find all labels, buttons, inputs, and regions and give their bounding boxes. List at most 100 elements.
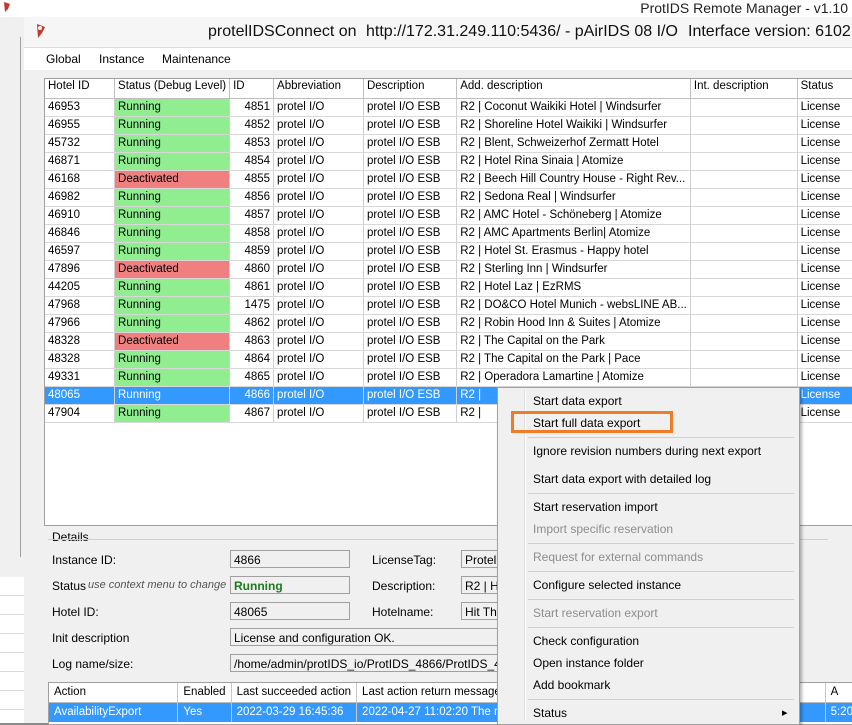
table-row[interactable]: 46982 Running 4856 protel I/O protel I/O ESB… [45, 188, 852, 207]
menu-item-start-reservation-export: Start reservation export [533, 606, 658, 620]
column-header[interactable]: Abbreviation [273, 79, 364, 99]
status-cell: Running [114, 152, 231, 171]
id-cell: 4865 [229, 368, 275, 387]
int-description-cell [690, 260, 798, 279]
menu-item-open-instance-folder[interactable]: Open instance folder [533, 656, 644, 670]
abbreviation-cell: protel I/O [273, 134, 364, 153]
menu-item-start-data-export[interactable]: Start data export [533, 394, 622, 408]
description-cell: protel I/O ESB [363, 170, 458, 189]
add-description-cell: R2 | The Capital on the Park | Pace [456, 350, 691, 369]
submenu-arrow-icon: ▸ [782, 707, 788, 719]
hotel-id-cell: 48328 [45, 332, 116, 351]
table-row[interactable]: 46871 Running 4854 protel I/O protel I/O ESB… [45, 152, 852, 171]
table-row[interactable]: 46955 Running 4852 protel I/O protel I/O ESB… [45, 116, 852, 135]
license-status-cell: License [797, 152, 852, 171]
action-column-header[interactable]: Enabled [177, 683, 232, 703]
table-row[interactable]: 46910 Running 4857 protel I/O protel I/O ESB… [45, 206, 852, 225]
int-description-cell [690, 350, 798, 369]
instance-id-field[interactable]: 4866 [230, 550, 350, 568]
status-cell: Running [114, 314, 231, 333]
description-cell: protel I/O ESB [363, 152, 458, 171]
status-field[interactable]: Running [230, 576, 350, 594]
table-row[interactable]: 47896 Deactivated 4860 protel I/O protel I/O… [45, 260, 852, 279]
description-cell: protel I/O ESB [363, 206, 458, 225]
menu-item-check-configuration[interactable]: Check configuration [533, 634, 639, 648]
action-column-header[interactable]: Last succeeded action [231, 683, 358, 703]
abbreviation-cell: protel I/O [273, 188, 364, 207]
status-cell: Running [114, 386, 231, 405]
hotel-id-cell: 48065 [45, 386, 116, 405]
action-action-cell: AvailabilityExport [49, 702, 179, 722]
hotel-id-label: Hotel ID: [52, 605, 99, 619]
id-cell: 4851 [229, 98, 275, 117]
menu-item-add-bookmark[interactable]: Add bookmark [533, 678, 610, 692]
table-row[interactable]: 46168 Deactivated 4855 protel I/O protel I/O… [45, 170, 852, 189]
menu-maintenance[interactable]: Maintenance [162, 52, 231, 66]
table-row[interactable]: 48328 Running 4864 protel I/O protel I/O ESB… [45, 350, 852, 369]
add-description-cell: R2 | Blent, Schweizerhof Zermatt Hotel [456, 134, 691, 153]
hotel-id-cell: 45732 [45, 134, 116, 153]
action-last-cell: 2022-03-29 16:45:36 [231, 702, 358, 722]
add-description-cell: R2 | Shoreline Hotel Waikiki | Windsurfe… [456, 116, 691, 135]
license-status-cell: License [797, 368, 852, 387]
table-row[interactable]: 46953 Running 4851 protel I/O protel I/O ESB… [45, 98, 852, 117]
hotel-id-cell: 46168 [45, 170, 116, 189]
hotelname-field[interactable]: Hit The [461, 602, 501, 620]
column-header[interactable]: ID [229, 79, 275, 99]
table-row[interactable]: 48328 Deactivated 4863 protel I/O protel I/O… [45, 332, 852, 351]
menu-global[interactable]: Global [46, 52, 81, 66]
menu-item-ignore-revision-numbers-during-next-export[interactable]: Ignore revision numbers during next expo… [533, 444, 761, 458]
column-header[interactable]: Add. description [456, 79, 691, 99]
abbreviation-cell: protel I/O [273, 170, 364, 189]
id-cell: 4860 [229, 260, 275, 279]
init-description-field[interactable]: License and configuration OK. [230, 628, 530, 646]
menu-item-start-data-export-with-detailed-log[interactable]: Start data export with detailed log [533, 472, 711, 486]
id-cell: 4867 [229, 404, 275, 423]
hotel-id-cell: 46982 [45, 188, 116, 207]
column-header[interactable]: Status [797, 79, 852, 99]
menu-item-start-reservation-import[interactable]: Start reservation import [533, 500, 658, 514]
table-row[interactable]: 47968 Running 1475 protel I/O protel I/O ESB… [45, 296, 852, 315]
abbreviation-cell: protel I/O [273, 206, 364, 225]
column-header[interactable]: Hotel ID [45, 79, 116, 99]
abbreviation-cell: protel I/O [273, 350, 364, 369]
column-header[interactable]: Description [363, 79, 458, 99]
int-description-cell [690, 98, 798, 117]
id-cell: 4852 [229, 116, 275, 135]
status-cell: Running [114, 188, 231, 207]
license-tag-field[interactable]: ProtelIO [461, 550, 501, 568]
table-row[interactable]: 45732 Running 4853 protel I/O protel I/O ESB… [45, 134, 852, 153]
table-row[interactable]: 49331 Running 4865 protel I/O protel I/O ESB… [45, 368, 852, 387]
id-cell: 4863 [229, 332, 275, 351]
table-row[interactable]: 46846 Running 4858 protel I/O protel I/O ESB… [45, 224, 852, 243]
id-cell: 4864 [229, 350, 275, 369]
description-field[interactable]: R2 | Hi [461, 576, 501, 594]
menu-separator [528, 437, 794, 438]
add-description-cell: R2 | Hotel St. Erasmus - Happy hotel [456, 242, 691, 261]
window-title-app: protelIDSConnect on [208, 23, 357, 40]
abbreviation-cell: protel I/O [273, 386, 364, 405]
window-title-url: http://172.31.249.110:5436/ - pAirIDS 08… [366, 23, 678, 40]
status-cell: Running [114, 404, 231, 423]
table-row[interactable]: 46597 Running 4859 protel I/O protel I/O ESB… [45, 242, 852, 261]
int-description-cell [690, 170, 798, 189]
id-cell: 4862 [229, 314, 275, 333]
action-column-header[interactable]: Action [49, 683, 179, 703]
hotel-id-field[interactable]: 48065 [230, 602, 350, 620]
menu-item-status[interactable]: Status [533, 706, 567, 720]
menu-item-configure-selected-instance[interactable]: Configure selected instance [533, 578, 681, 592]
column-header[interactable]: Status (Debug Level) [114, 79, 231, 99]
menu-instance[interactable]: Instance [99, 52, 144, 66]
menu-separator [528, 599, 794, 600]
table-row[interactable]: 47966 Running 4862 protel I/O protel I/O ESB… [45, 314, 852, 333]
table-row[interactable]: 44205 Running 4861 protel I/O protel I/O ESB… [45, 278, 852, 297]
log-name-label: Log name/size: [52, 657, 134, 671]
description-cell: protel I/O ESB [363, 386, 458, 405]
column-header[interactable]: Int. description [690, 79, 798, 99]
int-description-cell [690, 152, 798, 171]
hotel-id-cell: 49331 [45, 368, 116, 387]
action-column-header[interactable]: A [825, 683, 852, 703]
id-cell: 4854 [229, 152, 275, 171]
log-name-field[interactable]: /home/admin/protIDS_io/ProtIDS_4866/Prot… [230, 654, 530, 672]
menu-separator [528, 493, 794, 494]
